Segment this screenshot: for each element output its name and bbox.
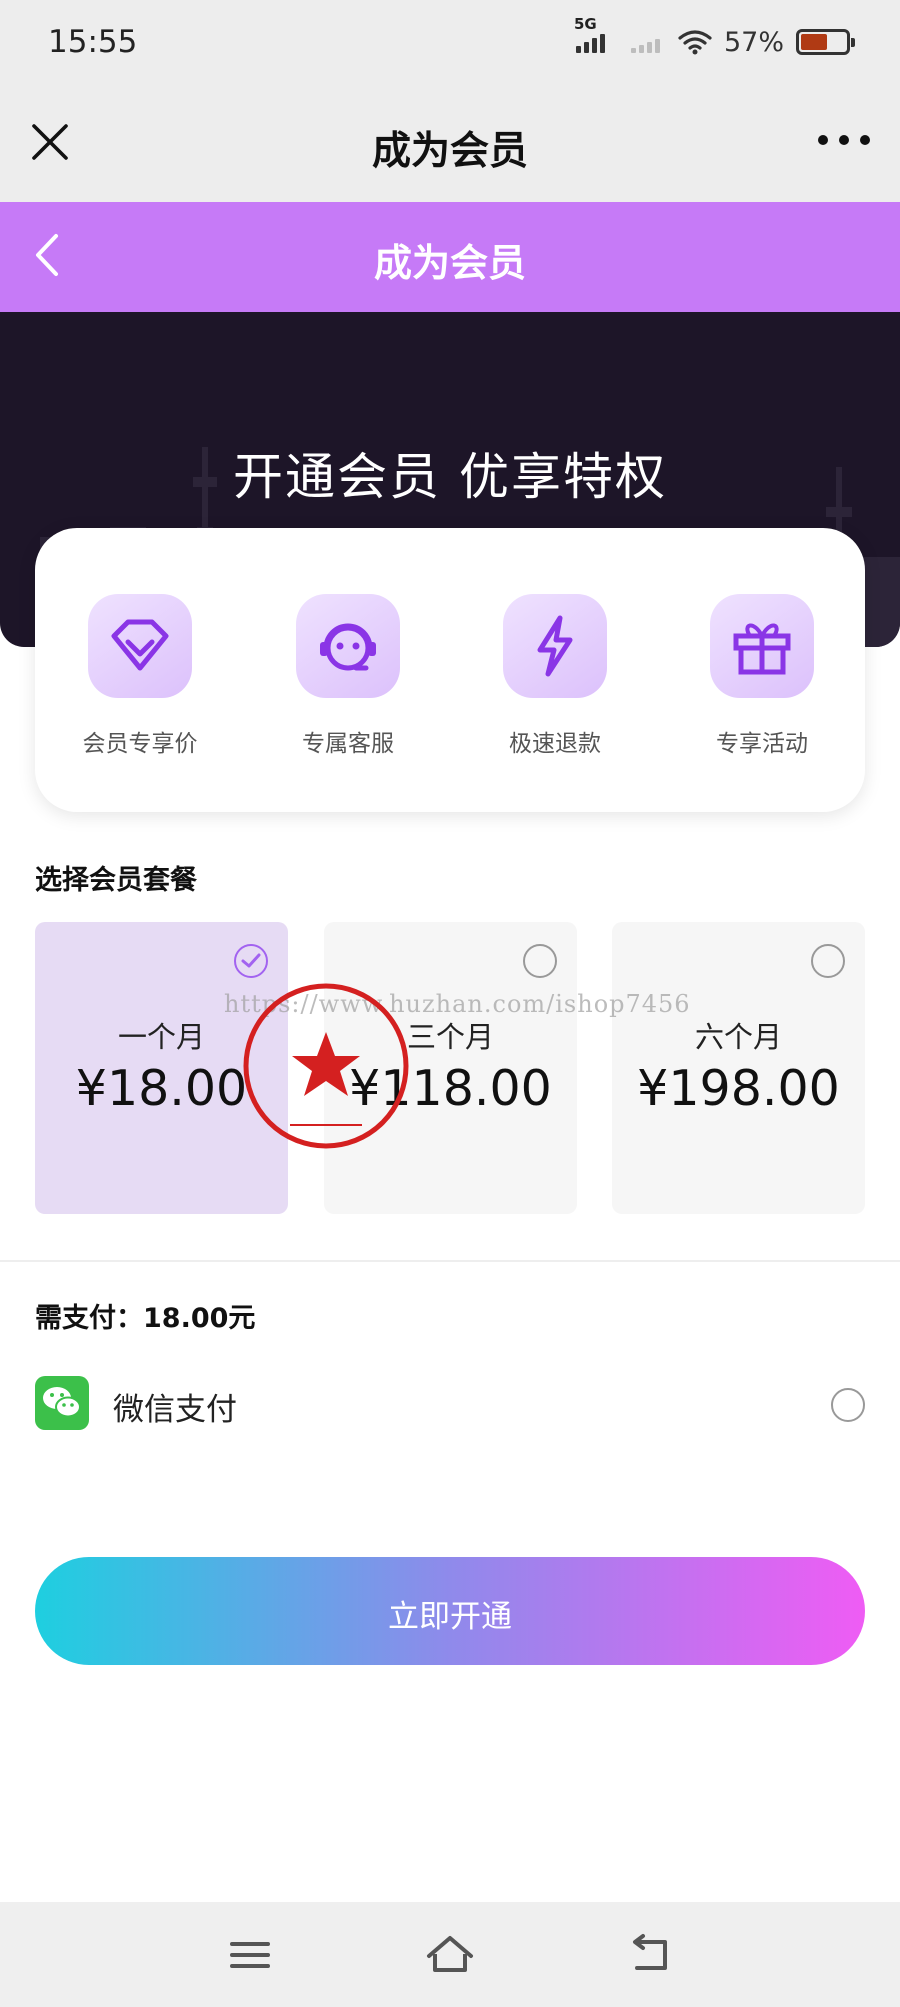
back-icon[interactable]	[625, 1932, 675, 1978]
privilege-member-price: 会员专享价	[65, 594, 215, 758]
diamond-icon	[88, 594, 192, 698]
privilege-label: 会员专享价	[82, 731, 198, 757]
signal-secondary-icon	[630, 31, 660, 53]
more-dots-icon[interactable]	[818, 132, 870, 148]
plan-price: ¥18.00	[75, 1060, 248, 1117]
gift-icon	[710, 594, 814, 698]
menu-icon[interactable]	[225, 1932, 275, 1978]
home-icon[interactable]	[425, 1932, 475, 1978]
system-nav-bar	[0, 1902, 900, 2007]
plan-card-6-months[interactable]: 六个月 ¥198.00	[612, 922, 865, 1214]
payment-method-label: 微信支付	[113, 1392, 237, 1428]
privilege-label: 专属客服	[302, 731, 394, 757]
activate-button-label: 立即开通	[388, 1599, 512, 1634]
privilege-fast-refund: 极速退款	[480, 594, 630, 758]
plans-section-title: 选择会员套餐	[35, 865, 197, 896]
signal-5g-icon: 5G	[574, 15, 605, 53]
plan-radio[interactable]	[523, 944, 557, 978]
status-bar: 15:55 5G 57%	[0, 0, 900, 84]
plan-card-3-months[interactable]: 三个月 ¥118.00	[324, 922, 577, 1214]
plan-name: 一个月	[117, 1020, 205, 1054]
banner-title: 开通会员 优享特权	[233, 448, 667, 506]
privilege-label: 极速退款	[509, 731, 601, 757]
page-title: 成为会员	[373, 241, 526, 285]
plan-radio-checked[interactable]	[234, 944, 268, 978]
page-header: 成为会员	[0, 202, 900, 312]
plan-radio[interactable]	[811, 944, 845, 978]
plan-price: ¥118.00	[349, 1060, 552, 1117]
status-indicators: 5G 57%	[574, 15, 855, 62]
wechat-pay-icon	[35, 1376, 89, 1430]
payment-method-wechat[interactable]: 微信支付	[35, 1376, 865, 1436]
privilege-label: 专享活动	[716, 731, 808, 757]
battery-level	[801, 34, 828, 50]
divider	[0, 1260, 900, 1262]
plan-name: 三个月	[406, 1020, 494, 1054]
headset-icon	[296, 594, 400, 698]
payment-amount: 需支付：18.00元	[35, 1303, 256, 1334]
wechat-nav-title: 成为会员	[371, 129, 528, 174]
payment-radio[interactable]	[831, 1388, 865, 1422]
battery-icon	[796, 29, 855, 55]
plan-card-1-month[interactable]: 一个月 ¥18.00	[35, 922, 288, 1214]
privileges-card: 会员专享价 专属客服 极速退款 专享活动	[35, 528, 865, 812]
plan-name: 六个月	[694, 1020, 782, 1054]
wechat-nav-bar: 成为会员	[0, 84, 900, 202]
wifi-icon	[678, 30, 712, 55]
privilege-exclusive-events: 专享活动	[687, 594, 837, 758]
activate-membership-button[interactable]: 立即开通	[35, 1557, 865, 1665]
lightning-icon	[503, 594, 607, 698]
battery-percent: 57%	[723, 26, 784, 58]
plan-price: ¥198.00	[637, 1060, 840, 1117]
status-time: 15:55	[48, 24, 138, 60]
privilege-customer-service: 专属客服	[273, 594, 423, 758]
